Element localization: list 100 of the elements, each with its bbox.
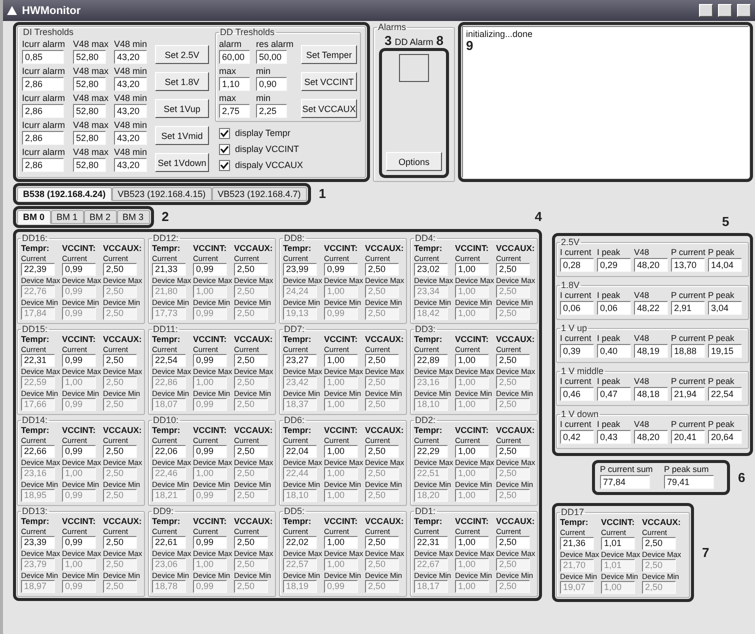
value-field[interactable]: 23,39 bbox=[21, 536, 55, 549]
checkbox[interactable] bbox=[219, 144, 230, 155]
value-field[interactable]: 0,43 bbox=[597, 430, 631, 444]
set-button[interactable]: Set 1Vmid bbox=[155, 126, 209, 145]
minimize-button[interactable] bbox=[699, 4, 713, 17]
value-field[interactable]: 48,19 bbox=[634, 344, 668, 358]
value-field[interactable]: 1,00 bbox=[324, 536, 358, 549]
value-field[interactable]: 19,15 bbox=[708, 344, 742, 358]
options-button[interactable]: Options bbox=[386, 152, 442, 171]
value-field[interactable]: 2,50 bbox=[365, 536, 399, 549]
value-field[interactable]: 3,04 bbox=[708, 301, 742, 315]
checkbox[interactable] bbox=[219, 128, 230, 139]
value-field[interactable]: 22,04 bbox=[283, 445, 317, 458]
value-field[interactable]: 22,31 bbox=[414, 536, 448, 549]
value-field[interactable]: 2,50 bbox=[234, 445, 268, 458]
value-field[interactable]: 2,50 bbox=[496, 445, 530, 458]
value-field[interactable]: 52,80 bbox=[73, 131, 106, 145]
value-field[interactable]: 79,41 bbox=[664, 475, 714, 489]
checkbox[interactable] bbox=[219, 160, 230, 171]
value-field[interactable]: 22,29 bbox=[414, 445, 448, 458]
value-field[interactable]: 0,06 bbox=[597, 301, 631, 315]
value-field[interactable]: 13,70 bbox=[671, 258, 705, 272]
value-field[interactable]: 21,36 bbox=[560, 537, 594, 550]
value-field[interactable]: 2,86 bbox=[22, 77, 64, 91]
value-field[interactable]: 52,80 bbox=[73, 104, 106, 118]
value-field[interactable]: 22,02 bbox=[283, 536, 317, 549]
value-field[interactable]: 43,20 bbox=[114, 104, 147, 118]
close-button[interactable] bbox=[737, 4, 751, 17]
value-field[interactable]: 2,50 bbox=[496, 354, 530, 367]
value-field[interactable]: 0,99 bbox=[324, 263, 358, 276]
set-button[interactable]: Set Temper bbox=[301, 45, 357, 64]
value-field[interactable]: 22,54 bbox=[152, 354, 186, 367]
value-field[interactable]: 0,47 bbox=[597, 387, 631, 401]
value-field[interactable]: 48,20 bbox=[634, 258, 668, 272]
value-field[interactable]: 23,27 bbox=[283, 354, 317, 367]
value-field[interactable]: 0,39 bbox=[560, 344, 594, 358]
value-field[interactable]: 1,00 bbox=[455, 445, 489, 458]
set-button[interactable]: Set VCCAUX bbox=[301, 99, 357, 118]
value-field[interactable]: 21,94 bbox=[671, 387, 705, 401]
value-field[interactable]: 22,06 bbox=[152, 445, 186, 458]
set-button[interactable]: Set 1.8V bbox=[155, 72, 209, 91]
value-field[interactable]: 1,00 bbox=[324, 445, 358, 458]
value-field[interactable]: 2,50 bbox=[365, 263, 399, 276]
value-field[interactable]: 2,86 bbox=[22, 104, 64, 118]
value-field[interactable]: 2,91 bbox=[671, 301, 705, 315]
value-field[interactable]: 2,50 bbox=[234, 354, 268, 367]
tab[interactable]: B538 (192.168.4.24) bbox=[17, 187, 112, 201]
value-field[interactable]: 20,64 bbox=[708, 430, 742, 444]
value-field[interactable]: 23,99 bbox=[283, 263, 317, 276]
value-field[interactable]: 43,20 bbox=[114, 158, 147, 172]
value-field[interactable]: 22,54 bbox=[708, 387, 742, 401]
value-field[interactable]: 0,85 bbox=[22, 50, 64, 64]
value-field[interactable]: 52,80 bbox=[73, 77, 106, 91]
value-field[interactable]: 0,99 bbox=[193, 445, 227, 458]
value-field[interactable]: 2,75 bbox=[219, 104, 250, 118]
tab[interactable]: VB523 (192.168.4.15) bbox=[112, 187, 212, 201]
maximize-button[interactable] bbox=[718, 4, 732, 17]
value-field[interactable]: 2,86 bbox=[22, 131, 64, 145]
value-field[interactable]: 1,00 bbox=[455, 354, 489, 367]
value-field[interactable]: 43,20 bbox=[114, 50, 147, 64]
value-field[interactable]: 2,50 bbox=[234, 263, 268, 276]
value-field[interactable]: 0,42 bbox=[560, 430, 594, 444]
value-field[interactable]: 2,50 bbox=[642, 537, 676, 550]
value-field[interactable]: 60,00 bbox=[219, 50, 250, 64]
value-field[interactable]: 22,31 bbox=[21, 354, 55, 367]
tab[interactable]: VB523 (192.168.4.7) bbox=[212, 187, 307, 201]
value-field[interactable]: 52,80 bbox=[73, 158, 106, 172]
value-field[interactable]: 0,99 bbox=[62, 263, 96, 276]
value-field[interactable]: 50,00 bbox=[256, 50, 287, 64]
value-field[interactable]: 22,61 bbox=[152, 536, 186, 549]
tab[interactable]: BM 3 bbox=[116, 210, 150, 224]
value-field[interactable]: 2,86 bbox=[22, 158, 64, 172]
value-field[interactable]: 0,99 bbox=[193, 263, 227, 276]
value-field[interactable]: 2,50 bbox=[496, 536, 530, 549]
value-field[interactable]: 1,00 bbox=[455, 536, 489, 549]
value-field[interactable]: 0,99 bbox=[62, 354, 96, 367]
set-button[interactable]: Set 1Vdown bbox=[155, 153, 209, 172]
value-field[interactable]: 0,99 bbox=[62, 536, 96, 549]
value-field[interactable]: 22,89 bbox=[414, 354, 448, 367]
value-field[interactable]: 1,01 bbox=[601, 537, 635, 550]
value-field[interactable]: 22,66 bbox=[21, 445, 55, 458]
value-field[interactable]: 2,50 bbox=[103, 354, 137, 367]
value-field[interactable]: 1,00 bbox=[455, 263, 489, 276]
set-button[interactable]: Set VCCINT bbox=[301, 72, 357, 91]
value-field[interactable]: 2,50 bbox=[103, 445, 137, 458]
tab[interactable]: BM 0 bbox=[17, 210, 51, 224]
value-field[interactable]: 21,33 bbox=[152, 263, 186, 276]
value-field[interactable]: 0,28 bbox=[560, 258, 594, 272]
value-field[interactable]: 20,41 bbox=[671, 430, 705, 444]
value-field[interactable]: 18,88 bbox=[671, 344, 705, 358]
value-field[interactable]: 43,20 bbox=[114, 77, 147, 91]
value-field[interactable]: 52,80 bbox=[73, 50, 106, 64]
value-field[interactable]: 2,50 bbox=[234, 536, 268, 549]
value-field[interactable]: 1,10 bbox=[219, 77, 250, 91]
value-field[interactable]: 0,90 bbox=[256, 77, 287, 91]
value-field[interactable]: 0,29 bbox=[597, 258, 631, 272]
set-button[interactable]: Set 1Vup bbox=[155, 99, 209, 118]
value-field[interactable]: 2,50 bbox=[103, 263, 137, 276]
tab[interactable]: BM 1 bbox=[50, 210, 84, 224]
set-button[interactable]: Set 2.5V bbox=[155, 45, 209, 64]
